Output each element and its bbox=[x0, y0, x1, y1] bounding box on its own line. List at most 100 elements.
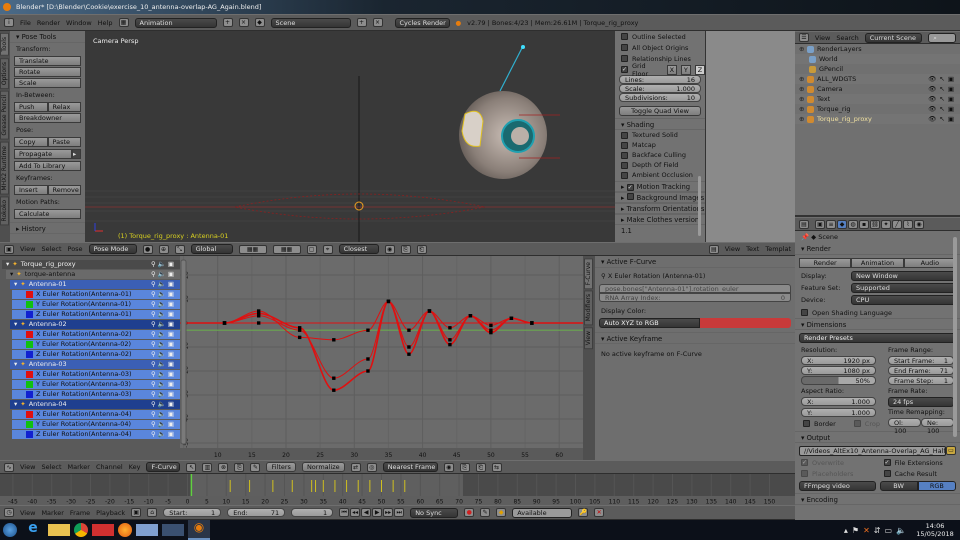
remap-new-field[interactable]: Ne: 100 bbox=[920, 418, 954, 435]
framerate-select[interactable]: 24 fps bbox=[887, 397, 954, 407]
active-fcurve-header[interactable]: ▾ Active F-Curve bbox=[595, 256, 795, 268]
render-engine-select[interactable]: Cycles Render bbox=[394, 17, 450, 28]
output-path-field[interactable]: //Videos_AltEx10_Antenna-Overlap_AG_Half… bbox=[799, 446, 946, 456]
expand-icon[interactable]: ⊕ bbox=[799, 74, 807, 84]
pose-tools-header[interactable]: ▾ Pose Tools bbox=[10, 31, 85, 43]
insert-keyframe-button[interactable]: Insert bbox=[14, 185, 48, 195]
push-button[interactable]: Push bbox=[14, 102, 48, 112]
editor-type-text-icon[interactable]: ▤ bbox=[709, 244, 719, 254]
tab-grease-pencil[interactable]: Grease Pencil bbox=[0, 90, 9, 140]
render-tab-icon[interactable]: ▣ bbox=[815, 219, 825, 229]
flip-keys-icon[interactable]: ⇆ bbox=[491, 462, 502, 472]
text-menu-view[interactable]: View bbox=[725, 245, 740, 253]
curve-color-swatch[interactable] bbox=[26, 351, 33, 358]
render-button[interactable]: Render bbox=[799, 258, 852, 268]
visibility-icons[interactable]: 👁↖▣ bbox=[928, 104, 957, 114]
shading-option-checkbox[interactable] bbox=[621, 131, 628, 139]
auto-snap-select[interactable]: Nearest Frame bbox=[382, 462, 438, 472]
keying-mode-icon[interactable]: ✎ bbox=[480, 508, 491, 517]
channel-fcurve[interactable]: X Euler Rotation (Antenna-02) ⚲🔈▣ bbox=[12, 330, 180, 339]
scene-select[interactable]: Scene bbox=[270, 17, 351, 28]
panel-enable-checkbox[interactable] bbox=[626, 193, 634, 200]
outliner-menu-view[interactable]: View bbox=[815, 34, 830, 42]
relationship-lines-checkbox[interactable] bbox=[621, 55, 628, 62]
color-mode-select[interactable]: Auto XYZ to RGB bbox=[599, 318, 700, 328]
grid-floor-toggle[interactable]: ✓ Grid Floor XYZ bbox=[615, 62, 705, 78]
shading-option-checkbox[interactable] bbox=[621, 151, 628, 159]
curve-color-swatch[interactable] bbox=[26, 391, 33, 398]
shading-option-checkbox[interactable] bbox=[621, 171, 628, 179]
3d-viewport[interactable]: Camera Persp (1) Torque_rig_proxy : Ante… bbox=[85, 31, 615, 242]
copy-pose-icon[interactable]: ⎘ bbox=[400, 244, 411, 254]
channel-toggles[interactable]: ⚲🔈▣ bbox=[151, 310, 176, 319]
curve-color-swatch[interactable] bbox=[700, 318, 791, 328]
firefox-icon[interactable] bbox=[118, 523, 132, 537]
outliner-item[interactable]: World bbox=[795, 54, 960, 64]
pivot-icon[interactable]: ◎ bbox=[366, 462, 377, 472]
paste-keys-icon[interactable]: ⎗ bbox=[475, 462, 486, 472]
delete-keyframe-icon[interactable]: ✕ bbox=[594, 508, 605, 517]
paste-pose-button[interactable]: Paste bbox=[47, 137, 81, 147]
aspect-y-field[interactable]: Y: 1.000 bbox=[801, 408, 876, 417]
channel-toggles[interactable]: ⚲🔈▣ bbox=[151, 280, 176, 289]
visibility-icons[interactable]: 👁↖▣ bbox=[928, 84, 957, 94]
pivot-point-icon[interactable]: ⊕ bbox=[158, 244, 169, 254]
audio-button[interactable]: Audio bbox=[903, 258, 956, 268]
end-frame-field[interactable]: End Frame: 71 bbox=[887, 366, 954, 375]
channel-toggles[interactable]: ⚲🔈▣ bbox=[151, 430, 176, 439]
overwrite-checkbox[interactable]: ✓ bbox=[801, 459, 808, 466]
collapsed-panel-header[interactable]: ▸ Transform Orientations bbox=[615, 203, 705, 214]
expand-icon[interactable]: ⊕ bbox=[799, 114, 807, 124]
tray-icons[interactable]: ▴⚑✕⇵▭🔈 bbox=[844, 526, 910, 535]
outliner-item[interactable]: ⊕ Camera 👁↖▣ bbox=[795, 84, 960, 94]
bone-constraint-tab-icon[interactable]: ⌇ bbox=[903, 219, 913, 229]
expand-arrow-icon[interactable]: ▾ bbox=[14, 360, 17, 369]
breakdowner-button[interactable]: Breakdowner bbox=[14, 113, 81, 123]
osl-toggle[interactable]: Open Shading Language bbox=[795, 307, 960, 318]
tab-fcurve[interactable]: F-Curve bbox=[584, 258, 593, 290]
menu-view[interactable]: View bbox=[20, 245, 35, 253]
channel-toggles[interactable]: ⚲🔈▣ bbox=[151, 340, 176, 349]
channel-toggles[interactable]: ⚲🔈▣ bbox=[151, 400, 176, 409]
channel-group[interactable]: ▾ ✦ Antenna-02 ⚲🔈▣ bbox=[10, 320, 180, 329]
add-scene-icon[interactable]: + bbox=[356, 18, 367, 27]
outliner-item[interactable]: ⊕ Torque_rig 👁↖▣ bbox=[795, 104, 960, 114]
tab-options[interactable]: Options bbox=[0, 57, 9, 89]
outliner-search-input[interactable]: ⌕ bbox=[928, 32, 957, 43]
gmail-icon[interactable] bbox=[92, 524, 114, 536]
channel-action[interactable]: ▾ ✦ torque-antenna ⚲🔈▣ bbox=[6, 270, 180, 279]
curve-color-swatch[interactable] bbox=[26, 341, 33, 348]
shading-option[interactable]: Backface Culling bbox=[615, 150, 705, 160]
lock-range-icon[interactable]: ⌂ bbox=[147, 508, 158, 517]
all-origins-checkbox[interactable] bbox=[621, 44, 628, 51]
outliner-item[interactable]: ⊕ RenderLayers bbox=[795, 44, 960, 54]
channel-toggles[interactable]: ⚲🔈▣ bbox=[151, 410, 176, 419]
all-origins-toggle[interactable]: All Object Origins bbox=[615, 42, 705, 53]
keying-set-select[interactable]: Available bbox=[512, 507, 573, 518]
start-frame-input[interactable]: Start: 1 bbox=[163, 508, 222, 517]
crop-checkbox[interactable] bbox=[853, 420, 861, 427]
timeline-menu-frame[interactable]: Frame bbox=[70, 509, 90, 517]
remove-keyframe-button[interactable]: Remove bbox=[47, 185, 81, 195]
outline-selected-checkbox[interactable] bbox=[621, 33, 628, 40]
graph-menu-select[interactable]: Select bbox=[41, 463, 61, 471]
translate-button[interactable]: Translate bbox=[14, 56, 81, 66]
channel-toggles[interactable]: ⚲🔈▣ bbox=[151, 260, 176, 269]
text-menu-templates[interactable]: Templat bbox=[765, 245, 791, 253]
proportional-icon[interactable]: ◉ bbox=[443, 462, 454, 472]
toggle-quad-view-button[interactable]: Toggle Quad View bbox=[619, 106, 701, 116]
curve-color-swatch[interactable] bbox=[26, 421, 33, 428]
channel-toggles[interactable]: ⚲🔈▣ bbox=[151, 330, 176, 339]
start-frame-field[interactable]: Start Frame: 1 bbox=[887, 356, 954, 365]
text-editor-area[interactable] bbox=[705, 31, 795, 242]
layers-icon[interactable]: ▦▦ bbox=[238, 244, 267, 254]
play-icon[interactable]: ▶ bbox=[372, 508, 383, 517]
rna-index-field[interactable]: RNA Array Index: 0 bbox=[599, 293, 791, 302]
bone-tab-icon[interactable]: ╱ bbox=[892, 219, 902, 229]
shading-option-checkbox[interactable] bbox=[621, 141, 628, 149]
graph-menu-view[interactable]: View bbox=[20, 463, 35, 471]
curve-color-swatch[interactable] bbox=[26, 331, 33, 338]
paste-pose-icon[interactable]: ⎗ bbox=[416, 244, 427, 254]
expand-arrow-icon[interactable]: ▾ bbox=[14, 280, 17, 289]
visibility-icons[interactable]: 👁↖▣ bbox=[928, 94, 957, 104]
